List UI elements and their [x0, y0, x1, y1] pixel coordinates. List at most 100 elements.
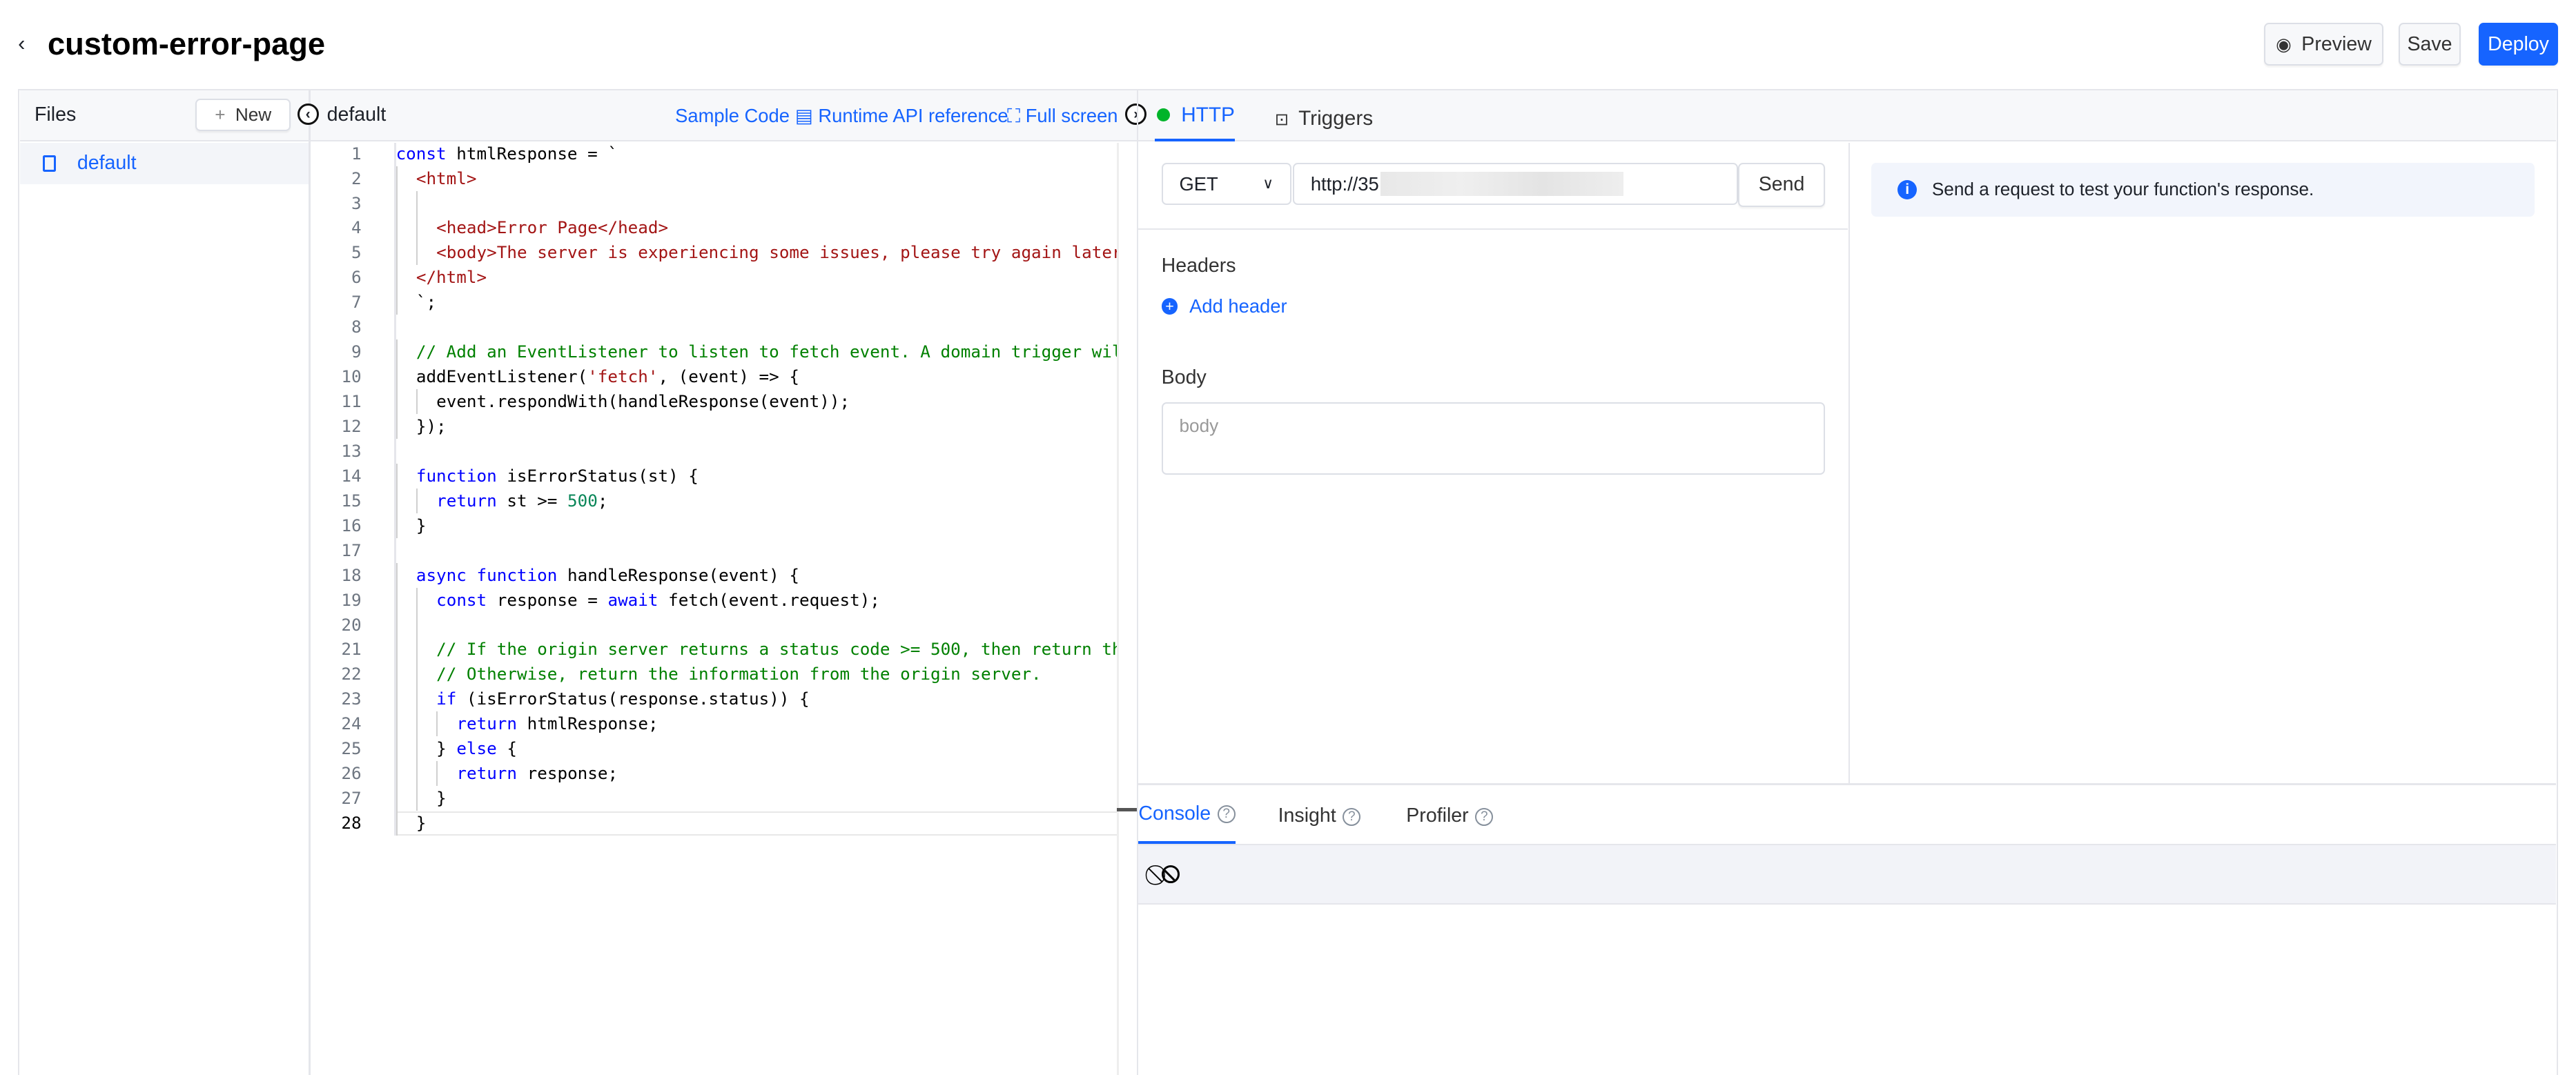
line-number: 17: [341, 540, 362, 560]
console-toolbar: [1138, 844, 2557, 905]
tab-label: Profiler: [1406, 805, 1469, 827]
sample-code-link[interactable]: Sample Code: [675, 105, 790, 127]
divider: [1136, 90, 1139, 1075]
code-token: response;: [517, 763, 618, 784]
indent-guide: [396, 637, 416, 662]
line-number: 26: [341, 763, 362, 784]
code-line: return htmlResponse;: [396, 711, 1118, 737]
line-number: 3: [351, 193, 362, 213]
indent-guide: [396, 488, 416, 513]
tab-profiler[interactable]: Profiler?: [1406, 805, 1494, 827]
preview-button[interactable]: ◉ Preview: [2263, 23, 2384, 66]
ban-icon[interactable]: [1161, 865, 1180, 884]
code-line: `;: [396, 290, 1118, 315]
send-button[interactable]: Send: [1738, 162, 1826, 207]
add-header-button[interactable]: + Add header: [1161, 295, 1287, 317]
save-button[interactable]: Save: [2398, 23, 2461, 66]
divider: [309, 90, 311, 1075]
code-line: // If the origin server returns a status…: [396, 637, 1117, 662]
code-token: await: [607, 589, 658, 610]
indent-guide: [416, 488, 436, 513]
method-select[interactable]: GET ∨: [1161, 162, 1291, 206]
code-token: </html>: [416, 267, 487, 288]
code-token: }: [436, 738, 457, 759]
indent-guide: [396, 166, 416, 191]
indent-guide: [416, 786, 436, 811]
code-token: `;: [416, 292, 437, 313]
code-line: [396, 612, 1118, 638]
full-screen-link[interactable]: ⛶ Full screen: [1007, 105, 1118, 128]
doc-icon: ▤: [794, 105, 819, 127]
line-number: 15: [341, 490, 362, 511]
code-line: });: [396, 413, 1118, 439]
runtime-api-link[interactable]: ▤ Runtime API reference: [795, 105, 1008, 127]
code-token: else: [456, 738, 497, 759]
line-number: 20: [341, 614, 362, 635]
code-line: return response;: [396, 761, 1118, 787]
tab-label: Console: [1138, 802, 1211, 825]
code-token: htmlResponse = `: [446, 143, 618, 164]
line-number: 18: [341, 564, 362, 585]
method-value: GET: [1179, 172, 1218, 195]
editor-tab[interactable]: default: [327, 103, 387, 126]
tab-http[interactable]: HTTP: [1155, 92, 1235, 141]
resize-handle[interactable]: [1117, 807, 1137, 811]
eye-icon: ◉: [2276, 33, 2292, 55]
code-line: async function handleResponse(event) {: [396, 562, 1118, 588]
code-token: isErrorStatus(st) {: [496, 465, 699, 486]
tab-triggers[interactable]: ⊡ Triggers: [1275, 107, 1373, 130]
indent-guide: [396, 265, 416, 290]
code-token: const: [436, 589, 487, 610]
full-screen-label: Full screen: [1025, 105, 1118, 127]
line-number: 27: [341, 788, 362, 809]
indent-guide: [396, 761, 416, 787]
code-token: addEventListener(: [416, 366, 588, 387]
indent-guide: [396, 711, 416, 737]
line-number: 5: [351, 242, 362, 263]
runtime-api-label: Runtime API reference: [818, 105, 1008, 127]
code-token: <body>The server is experiencing some is…: [436, 242, 1118, 263]
code-line: return st >= 500;: [396, 488, 1118, 513]
code-box-icon: ⊡: [1274, 110, 1289, 129]
help-icon[interactable]: ?: [1475, 807, 1494, 826]
back-chevron-icon[interactable]: ‹: [18, 31, 25, 56]
line-number: 16: [341, 515, 362, 535]
plus-icon: +: [215, 104, 226, 126]
file-label: default: [77, 152, 137, 175]
indent-guide: [396, 215, 416, 241]
line-number: 19: [341, 589, 362, 610]
code-token: fetch(event.request);: [658, 589, 880, 610]
help-icon[interactable]: ?: [1343, 807, 1361, 826]
collapse-left-icon[interactable]: ‹: [297, 103, 319, 125]
indent-guide: [416, 215, 436, 241]
line-number: 23: [341, 689, 362, 709]
new-file-button[interactable]: + New: [195, 98, 291, 132]
scrollbar-track[interactable]: [1117, 143, 1119, 1075]
code-token: handleResponse(event) {: [557, 564, 799, 585]
page-title: custom-error-page: [48, 26, 326, 62]
url-input[interactable]: http://35: [1293, 162, 1739, 206]
line-number: 4: [351, 217, 362, 238]
indent-guide: [416, 587, 436, 613]
indent-guide: [416, 637, 436, 662]
url-value: http://35: [1310, 172, 1379, 195]
code-token: // Add an EventListener to listen to fet…: [416, 342, 1118, 362]
code-token: }: [416, 515, 427, 535]
code-token: st >=: [496, 490, 568, 511]
tab-console[interactable]: Console?: [1138, 787, 1236, 845]
indent-guide: [416, 389, 436, 414]
code-token: htmlResponse;: [517, 713, 658, 734]
code-token: (isErrorStatus(response.status)) {: [456, 689, 810, 709]
body-textarea[interactable]: body: [1161, 402, 1826, 475]
code-token: // Otherwise, return the information fro…: [436, 664, 1042, 684]
code-token: {: [496, 738, 517, 759]
tab-insight[interactable]: Insight?: [1278, 805, 1361, 827]
help-icon[interactable]: ?: [1217, 805, 1236, 823]
add-header-label: Add header: [1189, 295, 1287, 317]
indent-guide: [416, 190, 436, 216]
collapse-right-icon[interactable]: ›: [1125, 103, 1147, 125]
code-line: }: [396, 786, 1118, 811]
deploy-button[interactable]: Deploy: [2479, 23, 2558, 66]
file-item-default[interactable]: default: [19, 143, 309, 184]
